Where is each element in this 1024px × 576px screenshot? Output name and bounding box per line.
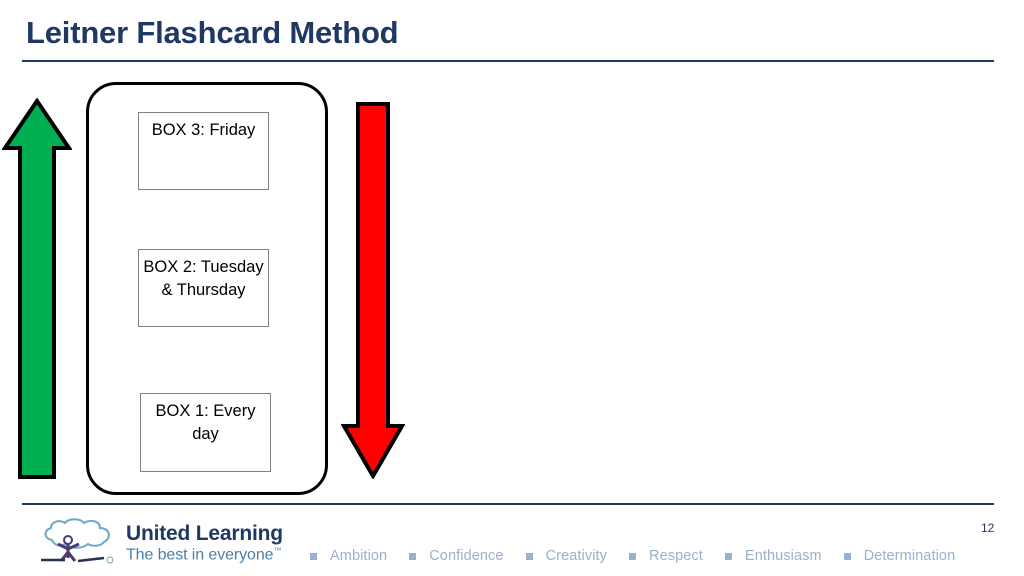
- value-item: Enthusiasm: [724, 548, 822, 564]
- value-label: Enthusiasm: [744, 548, 822, 564]
- value-label: Ambition: [330, 548, 388, 564]
- page-title: Leitner Flashcard Method: [26, 15, 399, 50]
- square-bullet-icon: [525, 552, 533, 560]
- green-up-arrow-icon: [2, 98, 72, 479]
- value-item: Determination: [843, 548, 956, 564]
- trademark-symbol: ™: [273, 545, 282, 555]
- logo-tagline: The best in everyone™: [126, 545, 283, 563]
- square-bullet-icon: [310, 552, 317, 560]
- united-learning-logo: United Learning The best in everyone™: [38, 518, 283, 564]
- value-label: Determination: [863, 548, 956, 564]
- title-divider: [22, 60, 994, 62]
- square-bullet-icon: [843, 552, 851, 560]
- logo-tagline-text: The best in everyone: [126, 546, 274, 563]
- leitner-box-2: BOX 2: Tuesday & Thursday: [138, 249, 269, 327]
- value-label: Confidence: [429, 548, 504, 564]
- tree-person-logo-icon: [41, 518, 114, 564]
- red-down-arrow-icon: [341, 102, 405, 479]
- footer-divider: [22, 503, 994, 505]
- slide: Leitner Flashcard Method BOX 3: Friday B…: [0, 0, 1024, 576]
- value-label: Respect: [649, 548, 703, 564]
- page-number: 12: [981, 521, 995, 535]
- value-item: Ambition: [310, 548, 387, 564]
- leitner-box-1: BOX 1: Every day: [140, 393, 271, 472]
- square-bullet-icon: [629, 552, 637, 560]
- leitner-box-3: BOX 3: Friday: [138, 112, 269, 190]
- value-label: Creativity: [545, 548, 608, 564]
- logo-name: United Learning: [126, 521, 283, 545]
- value-item: Respect: [629, 548, 703, 564]
- values-list: Ambition Confidence Creativity Respect E…: [310, 548, 977, 564]
- value-item: Creativity: [525, 548, 608, 564]
- value-item: Confidence: [409, 548, 503, 564]
- square-bullet-icon: [724, 552, 732, 560]
- square-bullet-icon: [409, 552, 417, 560]
